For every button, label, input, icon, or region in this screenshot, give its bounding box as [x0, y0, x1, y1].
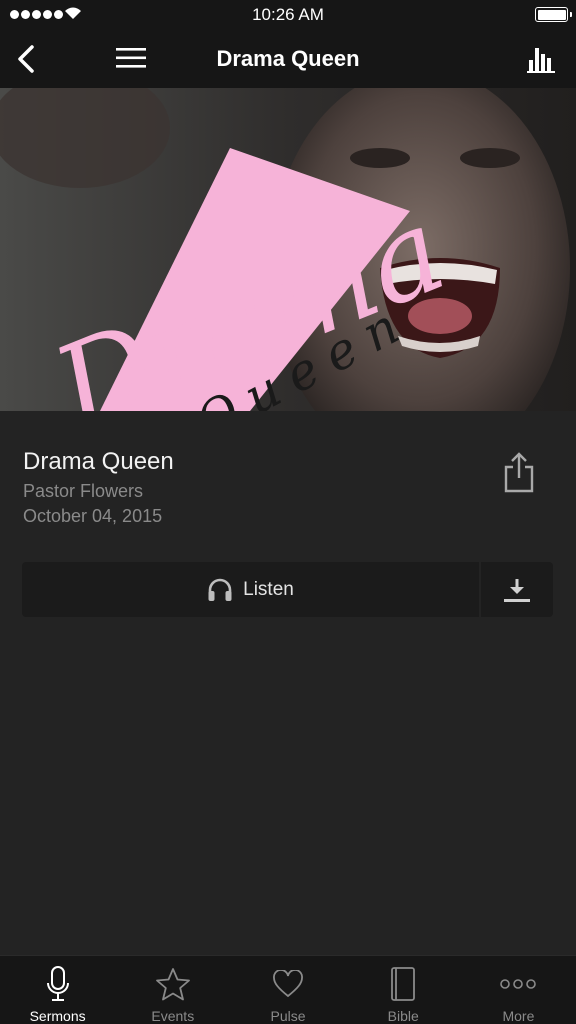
- listen-label: Listen: [243, 578, 294, 600]
- download-button[interactable]: [481, 562, 553, 617]
- tab-events[interactable]: Events: [115, 956, 230, 1024]
- tab-more[interactable]: More: [461, 956, 576, 1024]
- status-time: 10:26 AM: [252, 5, 324, 24]
- tab-label-bible: Bible: [387, 1008, 419, 1024]
- tab-label-events: Events: [151, 1008, 195, 1024]
- status-bar: 10:26 AM: [0, 0, 576, 30]
- tab-bible[interactable]: Bible: [346, 956, 461, 1024]
- navigation-bar: Drama Queen: [0, 30, 576, 88]
- bar-chart-icon[interactable]: [526, 44, 556, 74]
- sermon-speaker: Pastor Flowers: [23, 481, 144, 501]
- heart-icon: [273, 970, 303, 998]
- tab-label-sermons: Sermons: [29, 1008, 86, 1024]
- tab-sermons[interactable]: Sermons: [0, 956, 115, 1024]
- page-title: Drama Queen: [216, 46, 360, 71]
- tab-label-pulse: Pulse: [270, 1008, 306, 1024]
- share-icon[interactable]: [500, 451, 538, 493]
- download-icon: [504, 578, 530, 602]
- sermon-artwork: Drama Queen: [0, 88, 576, 411]
- battery-icon: [535, 7, 572, 22]
- sermon-details: Drama Queen Pastor Flowers October 04, 2…: [0, 411, 576, 951]
- listen-button[interactable]: Listen: [22, 562, 479, 617]
- tab-pulse[interactable]: Pulse: [230, 956, 345, 1024]
- book-icon: [391, 967, 416, 1001]
- star-icon: [155, 968, 190, 1001]
- more-dots-icon: [500, 979, 537, 989]
- sermon-date: October 04, 2015: [23, 506, 163, 526]
- microphone-icon: [46, 966, 69, 1001]
- tab-bar: Sermons Events Pulse Bible More: [0, 955, 576, 1024]
- sermon-title: Drama Queen: [23, 448, 174, 475]
- headphones-icon: [208, 578, 232, 601]
- tab-label-more: More: [502, 1008, 535, 1024]
